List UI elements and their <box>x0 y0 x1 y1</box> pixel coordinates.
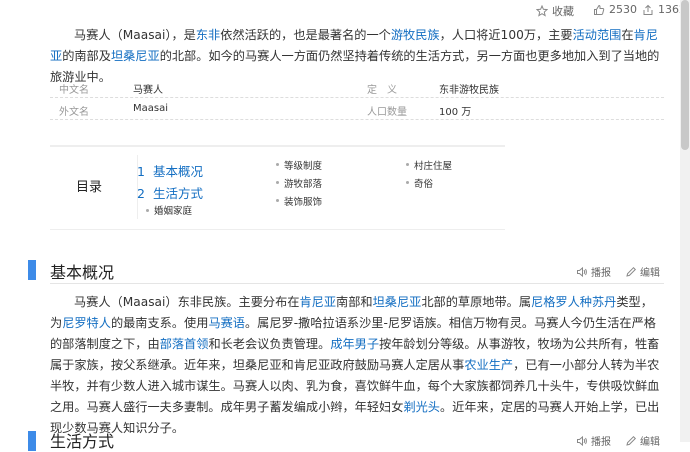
inline-link[interactable]: 东非 <box>196 28 220 42</box>
edit-label: 编辑 <box>640 268 660 279</box>
edit-button[interactable]: 编辑 <box>625 264 660 279</box>
toc-subitem[interactable]: 奇俗 <box>414 176 433 190</box>
like-button[interactable]: 2530 <box>593 3 637 16</box>
section-actions: 播报 编辑 <box>576 433 660 448</box>
bullet-dot <box>276 181 279 184</box>
section-divider <box>50 283 664 284</box>
section-title-basic: 基本概况 <box>50 263 115 282</box>
bullet-dot <box>146 209 149 212</box>
toc-item-title: 基本概况 <box>152 164 203 179</box>
info-row: 中文名 马赛人 定 义 东非游牧民族 <box>50 76 664 98</box>
inline-link[interactable]: 农业生产 <box>464 358 513 372</box>
pencil-icon <box>625 435 637 447</box>
text-run: 和长老会议负责管理。 <box>208 337 331 351</box>
star-icon <box>535 4 549 17</box>
text-run: 的最南支系。使用 <box>110 316 209 330</box>
info-value: Maasai <box>133 103 168 114</box>
edit-button[interactable]: 编辑 <box>625 433 660 448</box>
inline-link[interactable]: 坦桑尼亚 <box>373 295 422 309</box>
toc-subitem-marriage[interactable]: 婚姻家庭 <box>154 203 192 217</box>
toc-item-basic[interactable]: 1 基本概况 <box>137 161 203 180</box>
thumbs-up-icon <box>593 4 605 16</box>
inline-link[interactable]: 部落首领 <box>160 337 209 351</box>
favorite-button[interactable]: 收藏 <box>535 3 574 19</box>
info-key: 人口数量 <box>367 107 407 118</box>
text-run: 马赛人（Maasai），是 <box>74 28 196 42</box>
text-run: 的南部及 <box>62 49 111 63</box>
speaker-icon <box>576 435 588 447</box>
text-run: 依然活跃的，也是最著名的一个 <box>220 28 391 42</box>
info-value: 马赛人 <box>133 85 163 96</box>
basic-info-table: 中文名 马赛人 定 义 东非游牧民族 外文名 Maasai 人口数量 100 万 <box>50 76 664 120</box>
inline-link[interactable]: 坦桑尼亚 <box>111 49 160 63</box>
inline-link[interactable]: 剃光头 <box>403 400 440 414</box>
favorite-label: 收藏 <box>552 5 574 18</box>
bullet-dot <box>406 181 409 184</box>
toc-item-title: 生活方式 <box>152 186 203 201</box>
inline-link[interactable]: 马赛语 <box>208 316 245 330</box>
section-basic-paragraph: 马赛人（Maasai）东非民族。主要分布在肯尼亚南部和坦桑尼亚北部的草原地带。属… <box>50 292 664 439</box>
bullet-dot <box>276 199 279 202</box>
info-key: 中文名 <box>59 85 89 96</box>
read-aloud-label: 播报 <box>591 437 611 448</box>
scrollbar-thumb[interactable] <box>681 0 689 150</box>
info-value: 100 万 <box>439 107 472 118</box>
toc-subitem[interactable]: 装饰服饰 <box>284 194 322 208</box>
section-marker <box>28 431 36 451</box>
inline-link[interactable]: 成年男子 <box>330 337 379 351</box>
read-aloud-button[interactable]: 播报 <box>576 433 611 448</box>
text-run: 南部和 <box>336 295 373 309</box>
section-title-lifestyle: 生活方式 <box>50 432 115 451</box>
inline-link[interactable]: 肯尼亚 <box>299 295 336 309</box>
toc-label: 目录 <box>76 180 103 195</box>
text-run: ，人口将近100万，主要 <box>439 28 573 42</box>
section-actions: 播报 编辑 <box>576 264 660 279</box>
read-aloud-button[interactable]: 播报 <box>576 264 611 279</box>
info-key: 定 义 <box>367 85 397 96</box>
toc-subitem[interactable]: 游牧部落 <box>284 176 322 190</box>
inline-link[interactable]: 尼罗特人 <box>62 316 111 330</box>
toc-item-number: 1 <box>137 164 145 179</box>
scrollbar[interactable] <box>680 0 690 442</box>
toc-item-lifestyle[interactable]: 2 生活方式 <box>137 183 203 202</box>
pencil-icon <box>625 266 637 278</box>
info-value: 东非游牧民族 <box>439 85 499 96</box>
text-run: 马赛人（Maasai）东非民族。主要分布在 <box>74 295 300 309</box>
edit-label: 编辑 <box>640 437 660 448</box>
inline-link[interactable]: 尼格罗人种苏丹 <box>531 295 616 309</box>
text-run: 在 <box>621 28 634 42</box>
text-run: 北部的草原地带。属 <box>421 295 532 309</box>
section-marker <box>28 260 36 280</box>
like-count: 2530 <box>609 3 637 16</box>
table-of-contents: 目录 1 基本概况 2 生活方式 婚姻家庭 等级制度 游牧部落 装饰服饰 村庄住屋 … <box>50 145 505 230</box>
bullet-dot <box>276 163 279 166</box>
info-row: 外文名 Maasai 人口数量 100 万 <box>50 98 664 120</box>
toc-subitem[interactable]: 村庄住屋 <box>414 158 452 172</box>
article-top-bar: 收藏 2530 1362 <box>0 0 686 20</box>
info-key: 外文名 <box>59 107 89 118</box>
read-aloud-label: 播报 <box>591 268 611 279</box>
toc-item-number: 2 <box>137 186 145 201</box>
bullet-dot <box>406 163 409 166</box>
inline-link[interactable]: 活动范围 <box>573 28 622 42</box>
speaker-icon <box>576 266 588 278</box>
toc-subitem[interactable]: 等级制度 <box>284 158 322 172</box>
inline-link[interactable]: 游牧民族 <box>391 28 440 42</box>
share-icon <box>642 4 654 16</box>
